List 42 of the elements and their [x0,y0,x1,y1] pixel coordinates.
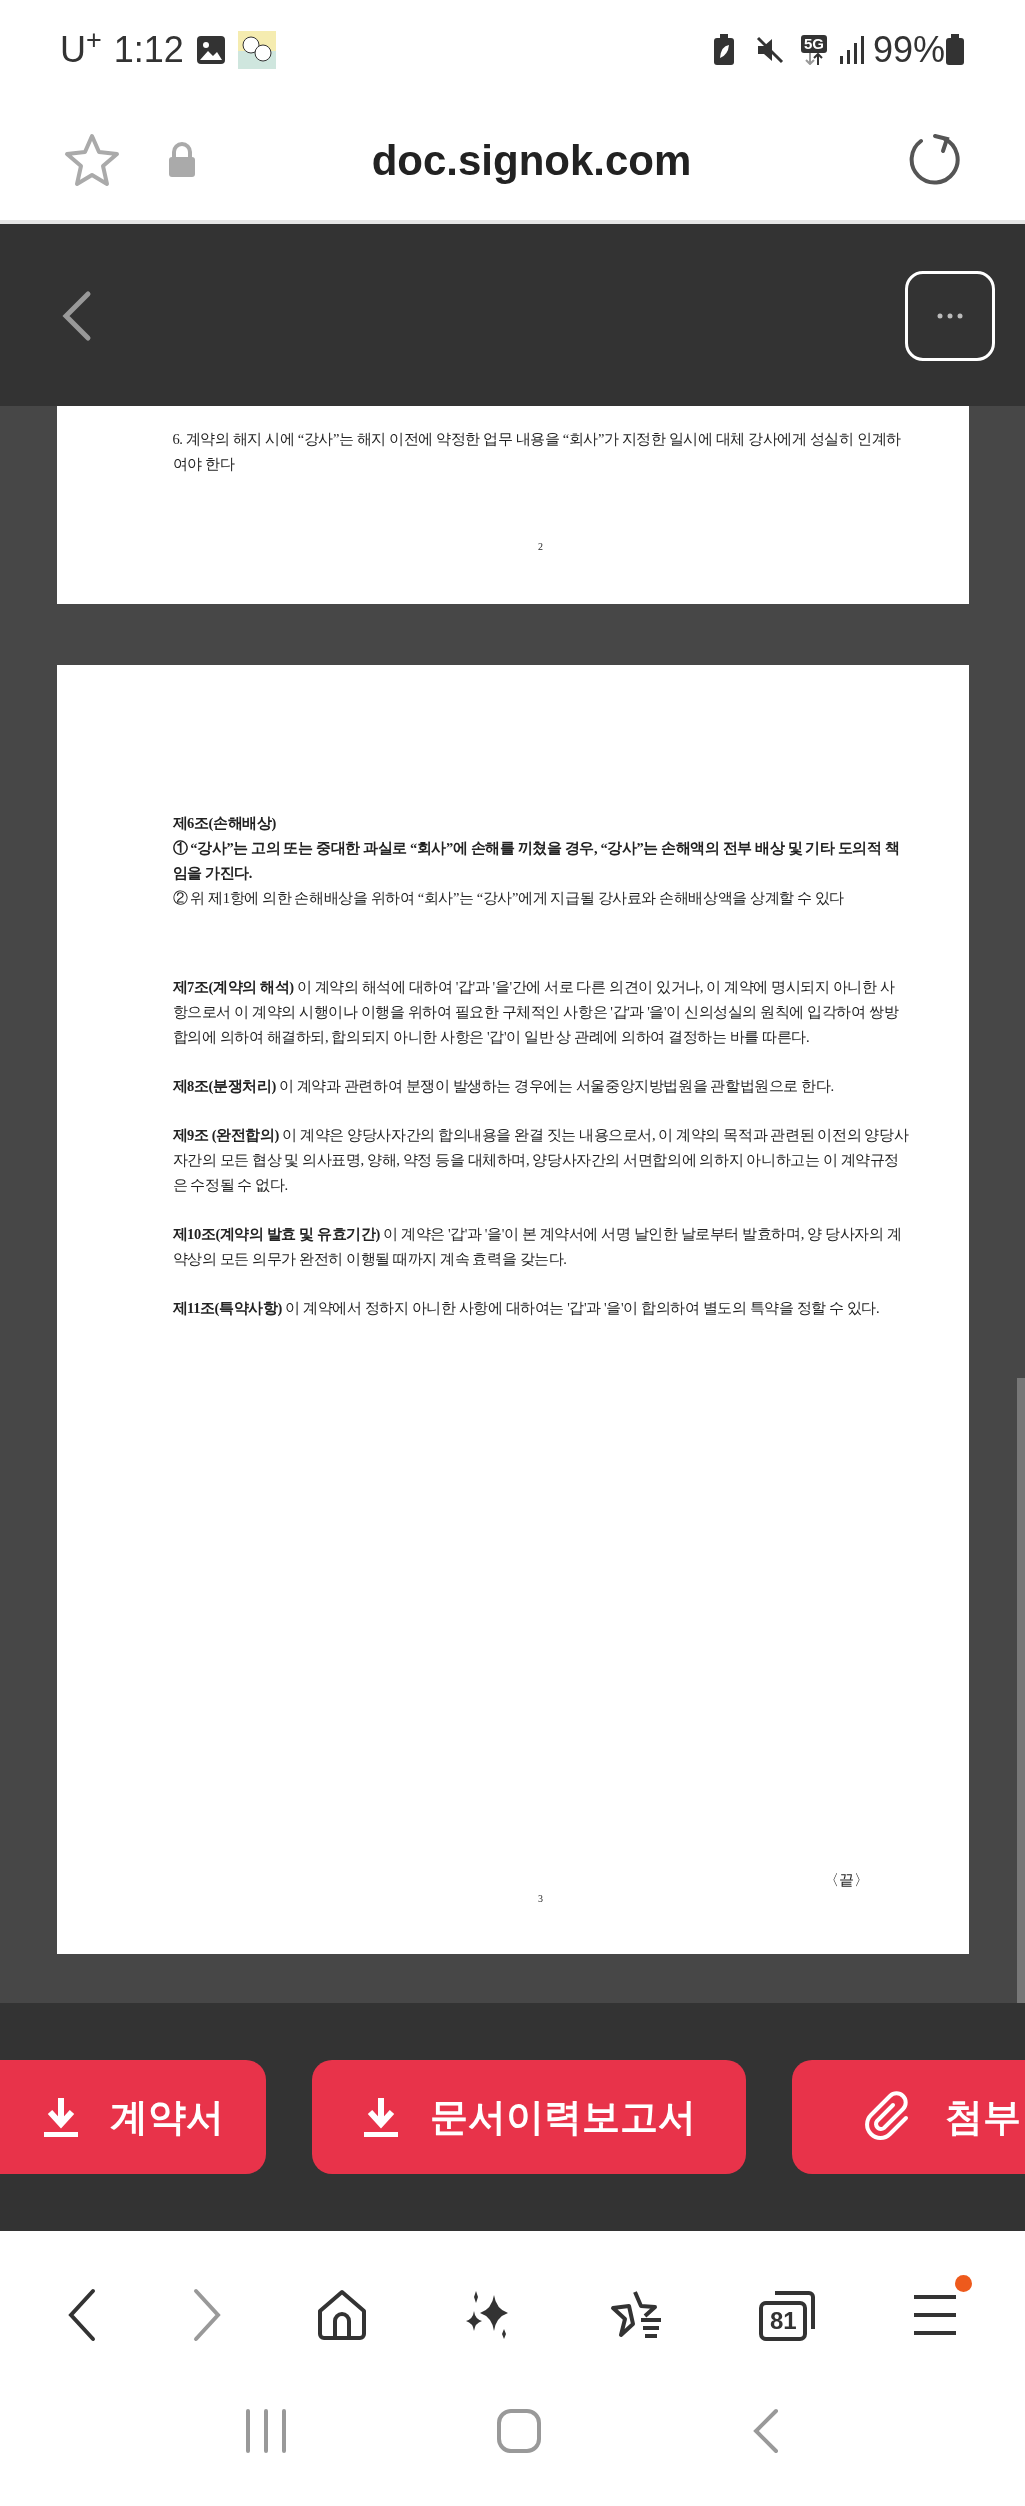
battery-percent: 99% [872,28,945,72]
image-icon [195,35,226,65]
back-icon[interactable] [67,2287,98,2342]
home-icon[interactable] [316,2288,369,2341]
paragraph: 제7조(계약의 해석) 이 계약의 해석에 대하여 '갑'과 '을'간에 서로 다른 의견이 있거나, 이 계약에 명시되지 아니한 사항으로서 이 계약의 시행이나 이행을 위하여 필요한 구체적인 사항은 '갑'과 '을'이 신의성실의 원칙에 입각하여 쌍방합의에 의하여 해결하되, 합의되지 아니한 사항은 '갑'이 일반 상 관례에 의하여 결정하는 바를 따른다. [172,978,900,1047]
data-arrows-icon [803,53,824,65]
tab-count: 81 [768,2305,798,2336]
network-type: 5G [800,35,827,53]
battery-icon [945,34,965,66]
battery-saver-icon [712,34,735,66]
download-button[interactable]: 문서이력보고서 [312,2060,746,2174]
sticker-icon [237,31,276,69]
scrollbar[interactable] [1017,1378,1025,2003]
download-icon [42,2096,80,2138]
more-icon [937,312,963,319]
lock-icon [168,142,196,178]
menu-icon[interactable] [911,2292,958,2337]
reload-icon[interactable] [907,133,961,187]
page-number: 2 [538,540,543,554]
signal-icon [838,36,865,64]
more-button[interactable] [905,270,995,361]
paragraph: 6. 계약의 해지 시에 “강사”는 해지 이전에 약정한 업무 내용을 “회사”가 지정한 일시에 대체 강사에게 성실히 인계하여야 한다 [172,430,902,474]
attach-button[interactable]: 첨부 [792,2060,1025,2174]
page-number: 3 [538,1892,543,1906]
star-icon[interactable] [64,133,120,187]
paragraph: 제6조(손해배상) [172,814,277,833]
paragraph: ② 위 제1항에 의한 손해배상을 위하여 “회사”는 “강사”에게 지급될 강사료와 손해배상액을 상계할 수 있다 [172,889,846,908]
end-mark: 〈끝〉 [823,1870,869,1890]
carrier: U$^{+}$ [60,23,102,72]
mute-icon [754,35,785,65]
clock: 1:12 [113,28,184,72]
url-text[interactable]: doc.signok.com [371,128,692,192]
recent-apps-icon[interactable] [244,2409,287,2453]
forward-icon[interactable] [191,2287,222,2342]
download-icon [362,2096,400,2138]
paragraph: ① “강사”는 고의 또는 중대한 과실로 “회사”에 손해를 끼쳤을 경우, “강사”는 손해액의 전부 배상 및 기타 도의적 책임을 가진다. [172,839,901,883]
paragraph: 제11조(특약사항) 이 계약에서 정하지 아니한 사항에 대하여는 '갑'과 '을'이 합의하여 별도의 특약을 정할 수 있다. [172,1299,881,1318]
paragraph: 제10조(계약의 발효 및 유효기간) 이 계약은 '갑'과 '을'이 본 계약서에 서명 날인한 날로부터 발효하며, 양 당사자의 계약상의 모든 의무가 완전히 이행될 때까지 계속 효력을 갖는다. [172,1225,903,1269]
paragraph: 제9조 (완전합의) 이 계약은 양당사자간의 합의내용을 완결 짓는 내용으로서, 이 계약의 목적과 관련된 이전의 양당사자간의 모든 협상 및 의사표명, 양해, 약정 등을 대체하며, 양당사자간의 서면합의에 의하지 아니하고는 이 계약규정은 수정될 수 없다. [172,1126,909,1195]
home-button-icon[interactable] [496,2408,543,2454]
download-button[interactable]: 계약서 [0,2060,266,2174]
paragraph: 제8조(분쟁처리) 이 계약과 관련하여 분쟁이 발생하는 경우에는 서울중앙지방법원을 관할법원으로 한다. [172,1077,835,1096]
